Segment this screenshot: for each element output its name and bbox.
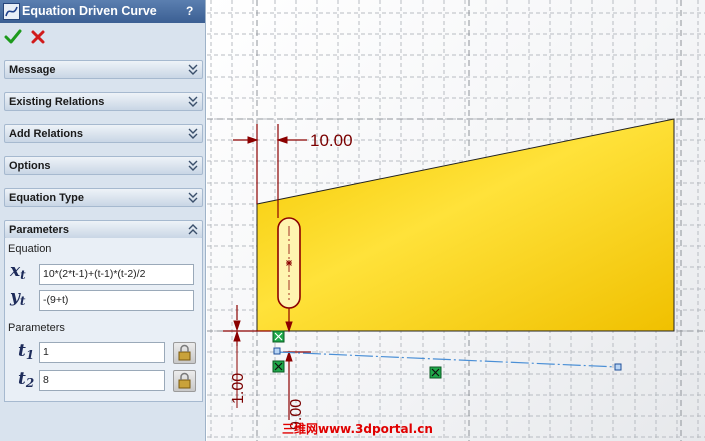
- x-equation-input[interactable]: 10*(2*t-1)+(t-1)*(t-2)/2: [39, 264, 194, 285]
- t2-var: t: [18, 369, 26, 389]
- group-message[interactable]: Message: [4, 60, 203, 79]
- lock-icon: [178, 344, 191, 361]
- ok-check-icon[interactable]: [4, 28, 22, 46]
- group-equation-type[interactable]: Equation Type: [4, 188, 203, 207]
- equation-curve-preview[interactable]: [276, 351, 619, 368]
- group-message-label: Message: [9, 64, 56, 76]
- group-add-relations-label: Add Relations: [9, 128, 83, 140]
- x-equation-label: xt: [10, 261, 26, 282]
- t2-sub: 2: [25, 376, 35, 390]
- action-bar: [0, 25, 205, 51]
- y-var: y: [10, 287, 20, 307]
- watermark-text: 三维网www.3dportal.cn: [282, 422, 433, 436]
- relation-marker[interactable]: [429, 366, 442, 379]
- slot-center-mark: [286, 260, 292, 266]
- relation-marker[interactable]: [272, 330, 285, 343]
- chevron-down-icon[interactable]: [188, 95, 198, 108]
- property-manager-titlebar: Equation Driven Curve ?: [0, 0, 205, 23]
- equation-caption: Equation: [8, 243, 52, 255]
- t1-var: t: [18, 341, 26, 361]
- property-manager-title: Equation Driven Curve: [22, 4, 157, 18]
- group-parameters[interactable]: Parameters: [4, 220, 203, 239]
- chevron-down-icon[interactable]: [188, 63, 198, 76]
- curve-endpoint-start[interactable]: [273, 347, 281, 355]
- parameters-caption: Parameters: [8, 322, 65, 334]
- group-options[interactable]: Options: [4, 156, 203, 175]
- group-existing-relations-label: Existing Relations: [9, 96, 105, 108]
- t1-input[interactable]: 1: [39, 342, 165, 363]
- x-sub: t: [20, 268, 26, 282]
- t1-lock-button[interactable]: [173, 342, 196, 364]
- t1-label: t1: [18, 341, 34, 362]
- group-add-relations[interactable]: Add Relations: [4, 124, 203, 143]
- group-existing-relations[interactable]: Existing Relations: [4, 92, 203, 111]
- group-parameters-label: Parameters: [9, 224, 69, 236]
- group-options-label: Options: [9, 160, 51, 172]
- relation-marker[interactable]: [272, 360, 285, 373]
- x-var: x: [10, 261, 21, 281]
- y-sub: t: [19, 294, 26, 308]
- chevron-down-icon[interactable]: [188, 191, 198, 204]
- sketch-canvas[interactable]: 10.00 1.00 9.00: [207, 0, 705, 441]
- y-equation-label: yt: [10, 287, 25, 308]
- y-equation-input[interactable]: -(9+t): [39, 290, 194, 311]
- t2-input[interactable]: 8: [39, 370, 165, 391]
- cancel-x-icon[interactable]: [29, 28, 47, 46]
- equation-curve-icon: [3, 3, 20, 20]
- chevron-down-icon[interactable]: [188, 159, 198, 172]
- curve-endpoint-end[interactable]: [614, 363, 622, 371]
- lock-icon: [178, 372, 191, 389]
- chevron-up-icon[interactable]: [188, 223, 198, 236]
- dimension-1-label[interactable]: 1.00: [230, 373, 247, 404]
- chevron-down-icon[interactable]: [188, 127, 198, 140]
- t2-lock-button[interactable]: [173, 370, 196, 392]
- dimension-10-label[interactable]: 10.00: [310, 131, 353, 150]
- parameters-body: Equation xt 10*(2*t-1)+(t-1)*(t-2)/2 yt …: [4, 238, 203, 402]
- t2-label: t2: [18, 369, 34, 390]
- property-manager-panel: Equation Driven Curve ? Message Existing…: [0, 0, 206, 441]
- t1-sub: 1: [25, 348, 35, 362]
- graphics-area[interactable]: 10.00 1.00 9.00: [207, 0, 705, 441]
- help-icon[interactable]: ?: [186, 4, 193, 18]
- group-equation-type-label: Equation Type: [9, 192, 84, 204]
